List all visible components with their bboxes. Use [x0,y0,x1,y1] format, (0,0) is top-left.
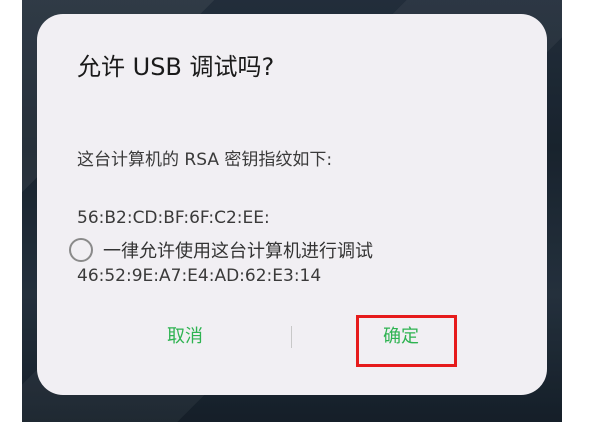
usb-debug-dialog: 允许 USB 调试吗? 这台计算机的 RSA 密钥指纹如下: 56:B2:CD:… [37,14,547,395]
cancel-button[interactable]: 取消 [141,320,229,354]
always-allow-label: 一律允许使用这台计算机进行调试 [103,241,373,262]
checkbox-circle-icon[interactable] [69,238,93,262]
button-divider [291,326,292,348]
dialog-message: 这台计算机的 RSA 密钥指纹如下: 56:B2:CD:BF:6F:C2:EE:… [77,117,517,320]
dialog-title: 允许 USB 调试吗? [77,53,275,81]
message-line: 这台计算机的 RSA 密钥指纹如下: [77,150,333,170]
message-line: 46:52:9E:A7:E4:AD:62:E3:14 [77,266,322,286]
highlight-box [356,315,457,367]
message-line: 56:B2:CD:BF:6F:C2:EE: [77,208,270,228]
always-allow-checkbox[interactable]: 一律允许使用这台计算机进行调试 [69,234,373,266]
